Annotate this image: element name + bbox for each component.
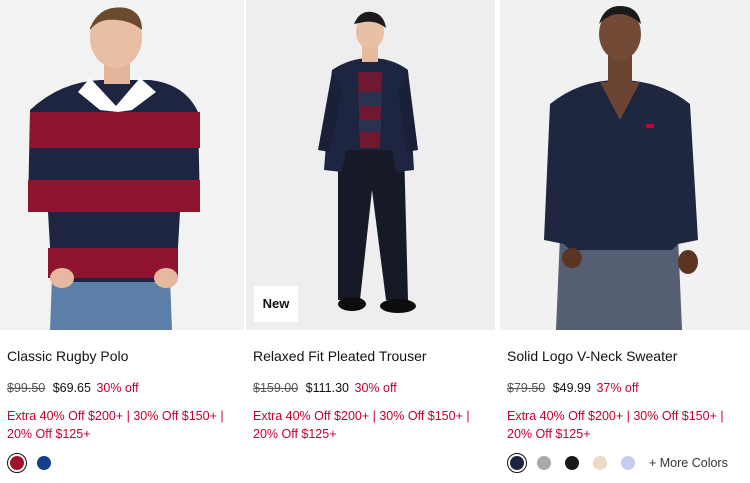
promo-text: Extra 40% Off $200+ | 30% Off $150+ | 20… bbox=[507, 409, 724, 441]
sale-price: $111.30 bbox=[305, 381, 350, 395]
swatch-dot bbox=[10, 456, 24, 470]
product-title[interactable]: Solid Logo V-Neck Sweater bbox=[507, 348, 677, 364]
product-title[interactable]: Relaxed Fit Pleated Trouser bbox=[253, 348, 427, 364]
color-swatch[interactable] bbox=[593, 456, 607, 470]
color-swatch[interactable] bbox=[537, 456, 551, 470]
price-line: $159.00 $111.30 30% off bbox=[253, 381, 397, 395]
product-card[interactable]: Solid Logo V-Neck Sweater $79.50 $49.99 … bbox=[500, 0, 750, 483]
product-title[interactable]: Classic Rugby Polo bbox=[7, 348, 128, 364]
more-colors-link[interactable]: + More Colors bbox=[649, 456, 728, 470]
discount-label: 37% off bbox=[596, 381, 639, 395]
color-swatches: + More Colors bbox=[507, 453, 728, 473]
discount-label: 30% off bbox=[354, 381, 397, 395]
sale-price: $49.99 bbox=[552, 381, 591, 395]
color-swatch[interactable] bbox=[37, 456, 51, 470]
promo-text: Extra 40% Off $200+ | 30% Off $150+ | 20… bbox=[253, 409, 470, 441]
sale-price: $69.65 bbox=[52, 381, 91, 395]
promo-text: Extra 40% Off $200+ | 30% Off $150+ | 20… bbox=[7, 409, 224, 441]
color-swatch-selected[interactable] bbox=[507, 453, 527, 473]
product-card[interactable]: Classic Rugby Polo $99.50 $69.65 30% off… bbox=[0, 0, 244, 483]
rugby-polo-model-illustration bbox=[28, 7, 200, 330]
color-swatch[interactable] bbox=[565, 456, 579, 470]
product-card[interactable]: New Relaxed Fit Pleated Trouser $159.00 … bbox=[246, 0, 495, 483]
original-price: $79.50 bbox=[507, 381, 546, 395]
color-swatch-selected[interactable] bbox=[7, 453, 27, 473]
color-swatch[interactable] bbox=[621, 456, 635, 470]
product-grid: Classic Rugby Polo $99.50 $69.65 30% off… bbox=[0, 0, 750, 483]
price-line: $79.50 $49.99 37% off bbox=[507, 381, 639, 395]
original-price: $99.50 bbox=[7, 381, 46, 395]
v-neck-sweater-model-illustration bbox=[544, 6, 698, 330]
product-image[interactable] bbox=[246, 0, 495, 330]
swatch-dot bbox=[510, 456, 524, 470]
price-line: $99.50 $69.65 30% off bbox=[7, 381, 139, 395]
product-image[interactable] bbox=[0, 0, 244, 330]
original-price: $159.00 bbox=[253, 381, 299, 395]
product-image[interactable] bbox=[500, 0, 750, 330]
trouser-model-illustration bbox=[318, 11, 418, 313]
new-badge: New bbox=[254, 286, 298, 322]
discount-label: 30% off bbox=[96, 381, 139, 395]
color-swatches bbox=[7, 453, 65, 473]
